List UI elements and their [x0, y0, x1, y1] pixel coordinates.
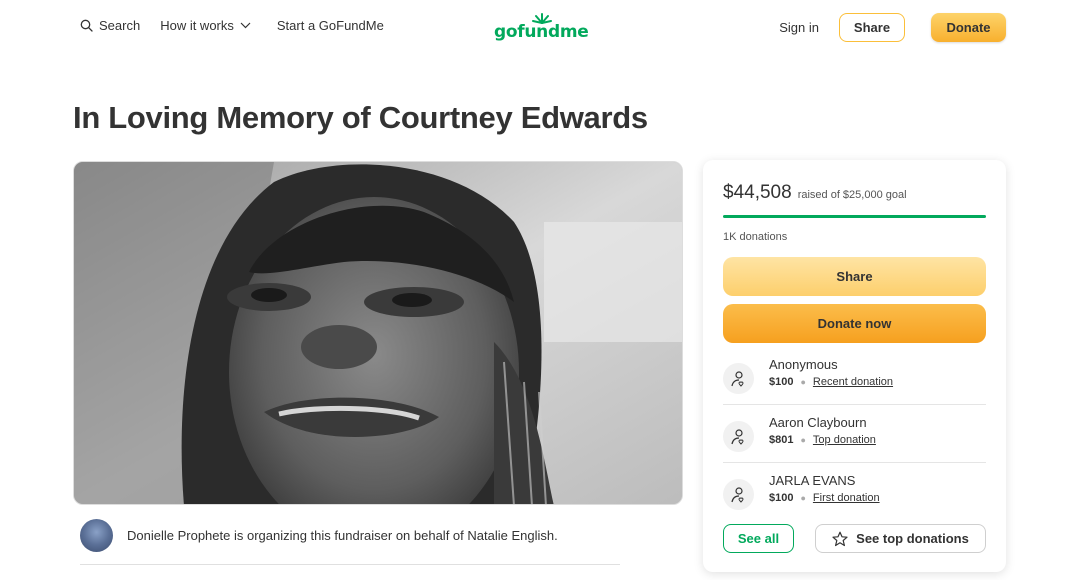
start-gofundme-label: Start a GoFundMe — [276, 18, 384, 33]
search-icon — [80, 19, 93, 32]
donor-heart-icon — [723, 363, 754, 394]
header-donate-button[interactable]: Donate — [931, 13, 1006, 42]
separator-dot: ● — [800, 377, 806, 387]
goal-text: raised of $25,000 goal — [797, 189, 907, 201]
divider — [723, 462, 986, 463]
donor-amount: $801 — [769, 434, 794, 446]
donation-tag-link[interactable]: Recent donation — [813, 376, 893, 388]
campaign-photo-image — [74, 162, 682, 504]
donation-tag-link[interactable]: First donation — [813, 492, 880, 504]
donor-name: JARLA EVANS — [769, 473, 856, 488]
page-title: In Loving Memory of Courtney Edwards — [73, 100, 648, 135]
raised-amount: $44,508 — [723, 182, 792, 203]
header-share-button[interactable]: Share — [839, 13, 905, 42]
site-header: Search How it works Start a GoFundMe gof… — [0, 0, 1068, 56]
donor-name: Anonymous — [769, 357, 838, 372]
nav-right: Sign in Share Donate — [779, 13, 1006, 42]
search-label: Search — [99, 18, 141, 33]
sign-in-link[interactable]: Sign in — [779, 20, 819, 35]
organizer-row: Donielle Prophete is organizing this fun… — [80, 519, 620, 552]
see-top-donations-label: See top donations — [856, 531, 969, 546]
donation-count: 1K donations — [723, 231, 788, 243]
donation-tag-link[interactable]: Top donation — [813, 434, 876, 446]
see-top-donations-button[interactable]: See top donations — [815, 524, 986, 553]
star-icon — [832, 531, 848, 546]
see-all-button[interactable]: See all — [723, 524, 794, 553]
donation-card: $44,508 raised of $25,000 goal 1K donati… — [703, 160, 1006, 572]
donor-amount: $100 — [769, 376, 794, 388]
donor-meta: $100 ● First donation — [769, 492, 880, 504]
donation-item: Anonymous $100 ● Recent donation — [723, 357, 986, 407]
donor-heart-icon — [723, 421, 754, 452]
donor-name: Aaron Claybourn — [769, 415, 867, 430]
gofundme-logo[interactable]: gofundme — [494, 12, 589, 46]
campaign-photo[interactable] — [73, 161, 683, 505]
donor-meta: $100 ● Recent donation — [769, 376, 893, 388]
organizer-text: Donielle Prophete is organizing this fun… — [127, 528, 558, 543]
donation-item: JARLA EVANS $100 ● First donation — [723, 473, 986, 523]
how-it-works-label: How it works — [160, 18, 234, 33]
nav-left: Search How it works Start a GoFundMe — [80, 18, 384, 33]
avatar[interactable] — [80, 519, 113, 552]
logo-text: gofundme — [494, 22, 589, 42]
raised-summary: $44,508 raised of $25,000 goal — [723, 182, 907, 204]
share-button[interactable]: Share — [723, 257, 986, 296]
donor-amount: $100 — [769, 492, 794, 504]
separator-dot: ● — [800, 435, 806, 445]
how-it-works-menu[interactable]: How it works — [160, 18, 257, 33]
donation-item: Aaron Claybourn $801 ● Top donation — [723, 415, 986, 465]
donor-meta: $801 ● Top donation — [769, 434, 876, 446]
progress-fill — [723, 215, 986, 218]
donor-heart-icon — [723, 479, 754, 510]
separator-dot: ● — [800, 493, 806, 503]
divider — [723, 404, 986, 405]
start-gofundme-link[interactable]: Start a GoFundMe — [277, 18, 384, 33]
chevron-down-icon — [240, 22, 251, 29]
search-link[interactable]: Search — [80, 18, 140, 33]
divider — [80, 564, 620, 565]
donate-now-button[interactable]: Donate now — [723, 304, 986, 343]
progress-bar — [723, 215, 986, 218]
